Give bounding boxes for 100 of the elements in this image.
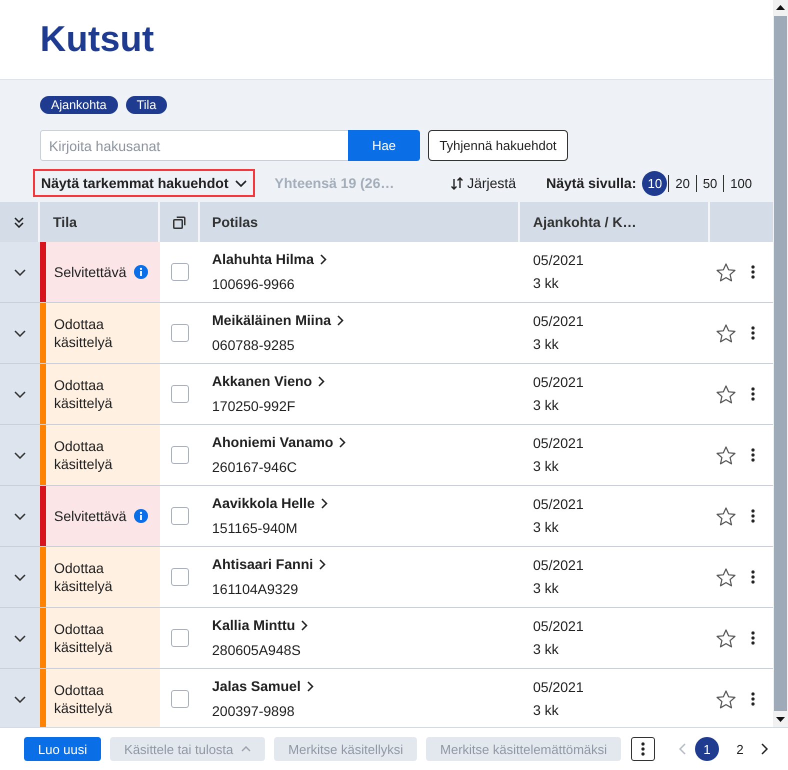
more-icon[interactable] [751, 692, 755, 706]
patient-name-link[interactable]: Kallia Minttu [212, 615, 308, 635]
star-icon[interactable] [716, 384, 736, 404]
patient-id: 161104A9329 [212, 580, 300, 599]
duration-text: 3 kk [533, 396, 559, 415]
star-icon[interactable] [716, 690, 736, 708]
page-size-option[interactable]: 10 [642, 170, 668, 196]
star-icon[interactable] [716, 506, 736, 526]
patient-name-link[interactable]: Ahtisaari Fanni [212, 554, 326, 574]
more-filters-button[interactable]: Näytä tarkemmat hakuehdot [33, 169, 255, 197]
more-icon[interactable] [751, 326, 755, 340]
expand-all-icon[interactable] [14, 216, 24, 228]
status-label: Odottaa käsittelyä [54, 559, 114, 595]
copy-icon[interactable] [172, 216, 186, 228]
row-checkbox[interactable] [171, 568, 189, 586]
scrollbar-thumb[interactable] [774, 16, 787, 711]
chevron-right-icon [339, 436, 346, 448]
star-icon[interactable] [716, 446, 736, 464]
more-icon[interactable] [751, 631, 755, 645]
patient-id: 170250-992F [212, 397, 296, 416]
date-text: 05/2021 [533, 495, 584, 514]
column-header[interactable]: Ajankohta / K… [533, 214, 636, 230]
duration-text: 3 kk [533, 640, 559, 659]
more-icon[interactable] [751, 387, 755, 401]
filter-chip[interactable]: Tila [126, 96, 168, 114]
duration-text: 3 kk [533, 518, 559, 537]
total-count: Yhteensä 19 (26… [274, 175, 394, 191]
chevron-right-icon [319, 558, 326, 570]
page-size-option[interactable]: 100 [724, 170, 758, 196]
search-field[interactable]: Kirjoita hakusanat [40, 130, 348, 161]
status-label: Odottaa käsittelyä [54, 620, 114, 656]
page-button[interactable]: 2 [728, 737, 752, 761]
row-checkbox[interactable] [171, 507, 189, 525]
duration-text: 3 kk [533, 579, 559, 598]
page-size-label: Näytä sivulla: [546, 175, 636, 191]
chevron-right-icon [306, 680, 314, 692]
scroll-down-icon[interactable] [776, 717, 785, 722]
patient-id: 151165-940M [212, 519, 298, 538]
status-label: Odottaa käsittelyä [54, 315, 114, 351]
star-icon[interactable] [716, 628, 736, 648]
patient-name-link[interactable]: Ahoniemi Vanamo [212, 432, 346, 452]
info-icon[interactable] [134, 265, 148, 279]
patient-id: 100696-9966 [212, 275, 296, 294]
patient-name-link[interactable]: Aavikkola Helle [212, 493, 328, 513]
date-text: 05/2021 [533, 251, 584, 270]
row-checkbox[interactable] [171, 324, 189, 342]
star-icon[interactable] [716, 568, 736, 586]
patient-id: 260167-946C [212, 458, 298, 477]
scrollbar-track[interactable] [773, 0, 788, 727]
date-text: 05/2021 [533, 617, 584, 636]
filter-chip[interactable]: Ajankohta [40, 96, 118, 114]
info-icon[interactable] [134, 509, 148, 523]
patient-name-link[interactable]: Jalas Samuel [212, 676, 314, 696]
sort-button[interactable]: Järjestä [450, 175, 516, 191]
patient-id: 280605A948S [212, 641, 302, 660]
date-text: 05/2021 [533, 373, 584, 392]
row-checkbox[interactable] [171, 263, 189, 281]
scroll-up-icon[interactable] [776, 5, 785, 10]
duration-text: 3 kk [533, 701, 559, 720]
chevron-right-icon [318, 376, 326, 386]
date-text: 05/2021 [533, 556, 584, 575]
search-button[interactable]: Hae [348, 130, 420, 161]
status-label: Selvitettävä [54, 507, 126, 525]
more-icon[interactable] [751, 448, 755, 462]
status-label: Odottaa käsittelyä [54, 376, 114, 412]
action-button[interactable]: Luo uusi [24, 737, 102, 761]
date-text: 05/2021 [533, 434, 584, 453]
more-actions-button[interactable] [631, 737, 656, 761]
more-icon[interactable] [751, 509, 755, 523]
patient-name-link[interactable]: Alahuhta Hilma [212, 249, 327, 269]
chevron-right-icon [320, 498, 328, 508]
chevron-right-icon [337, 314, 344, 326]
star-icon[interactable] [716, 262, 736, 282]
patient-id: 060788-9285 [212, 336, 296, 355]
more-icon [641, 742, 646, 756]
page-button[interactable]: 1 [695, 737, 719, 761]
clear-filters-button[interactable]: Tyhjennä hakuehdot [428, 130, 568, 161]
row-checkbox[interactable] [171, 690, 189, 708]
column-header[interactable]: Potilas [212, 214, 258, 230]
more-icon[interactable] [751, 570, 755, 584]
status-label: Odottaa käsittelyä [54, 437, 114, 473]
status-label: Selvitettävä [54, 263, 126, 281]
column-header[interactable]: Tila [53, 214, 77, 230]
row-checkbox[interactable] [171, 385, 189, 403]
star-icon[interactable] [716, 324, 736, 342]
chevron-right-icon [320, 254, 327, 264]
page-size-option[interactable]: 20 [669, 170, 696, 196]
patient-name-link[interactable]: Meikäläinen Miina [212, 310, 344, 330]
more-icon[interactable] [751, 265, 755, 279]
row-checkbox[interactable] [171, 629, 189, 647]
page-title: Kutsut [40, 16, 154, 60]
chevron-down-icon [234, 180, 247, 186]
chevron-right-icon[interactable] [761, 743, 768, 755]
status-label: Odottaa käsittelyä [54, 681, 114, 717]
patient-name-link[interactable]: Akkanen Vieno [212, 371, 326, 391]
page-size-option[interactable]: 50 [696, 170, 724, 196]
duration-text: 3 kk [533, 274, 559, 293]
patient-id: 200397-9898 [212, 702, 296, 721]
caret-up-icon [241, 746, 252, 752]
row-checkbox[interactable] [171, 446, 189, 464]
